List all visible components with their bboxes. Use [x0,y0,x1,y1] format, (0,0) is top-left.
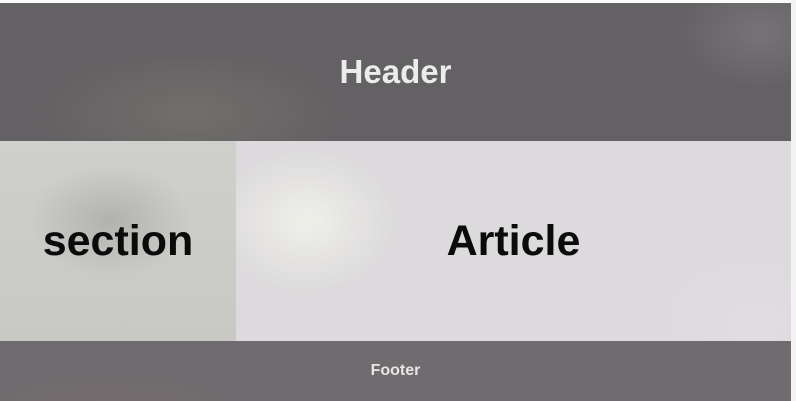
footer-title: Footer [370,362,421,379]
article-panel: Article [236,141,791,341]
right-edge [791,0,796,401]
page-header: Header [0,3,791,141]
article-title: Article [446,216,581,265]
page: Header section Article Footer [0,0,796,401]
page-footer: Footer [0,341,791,401]
section-panel: section [0,141,236,341]
header-title: Header [339,53,452,90]
section-title: section [42,216,194,265]
content-row: section Article [0,141,791,341]
